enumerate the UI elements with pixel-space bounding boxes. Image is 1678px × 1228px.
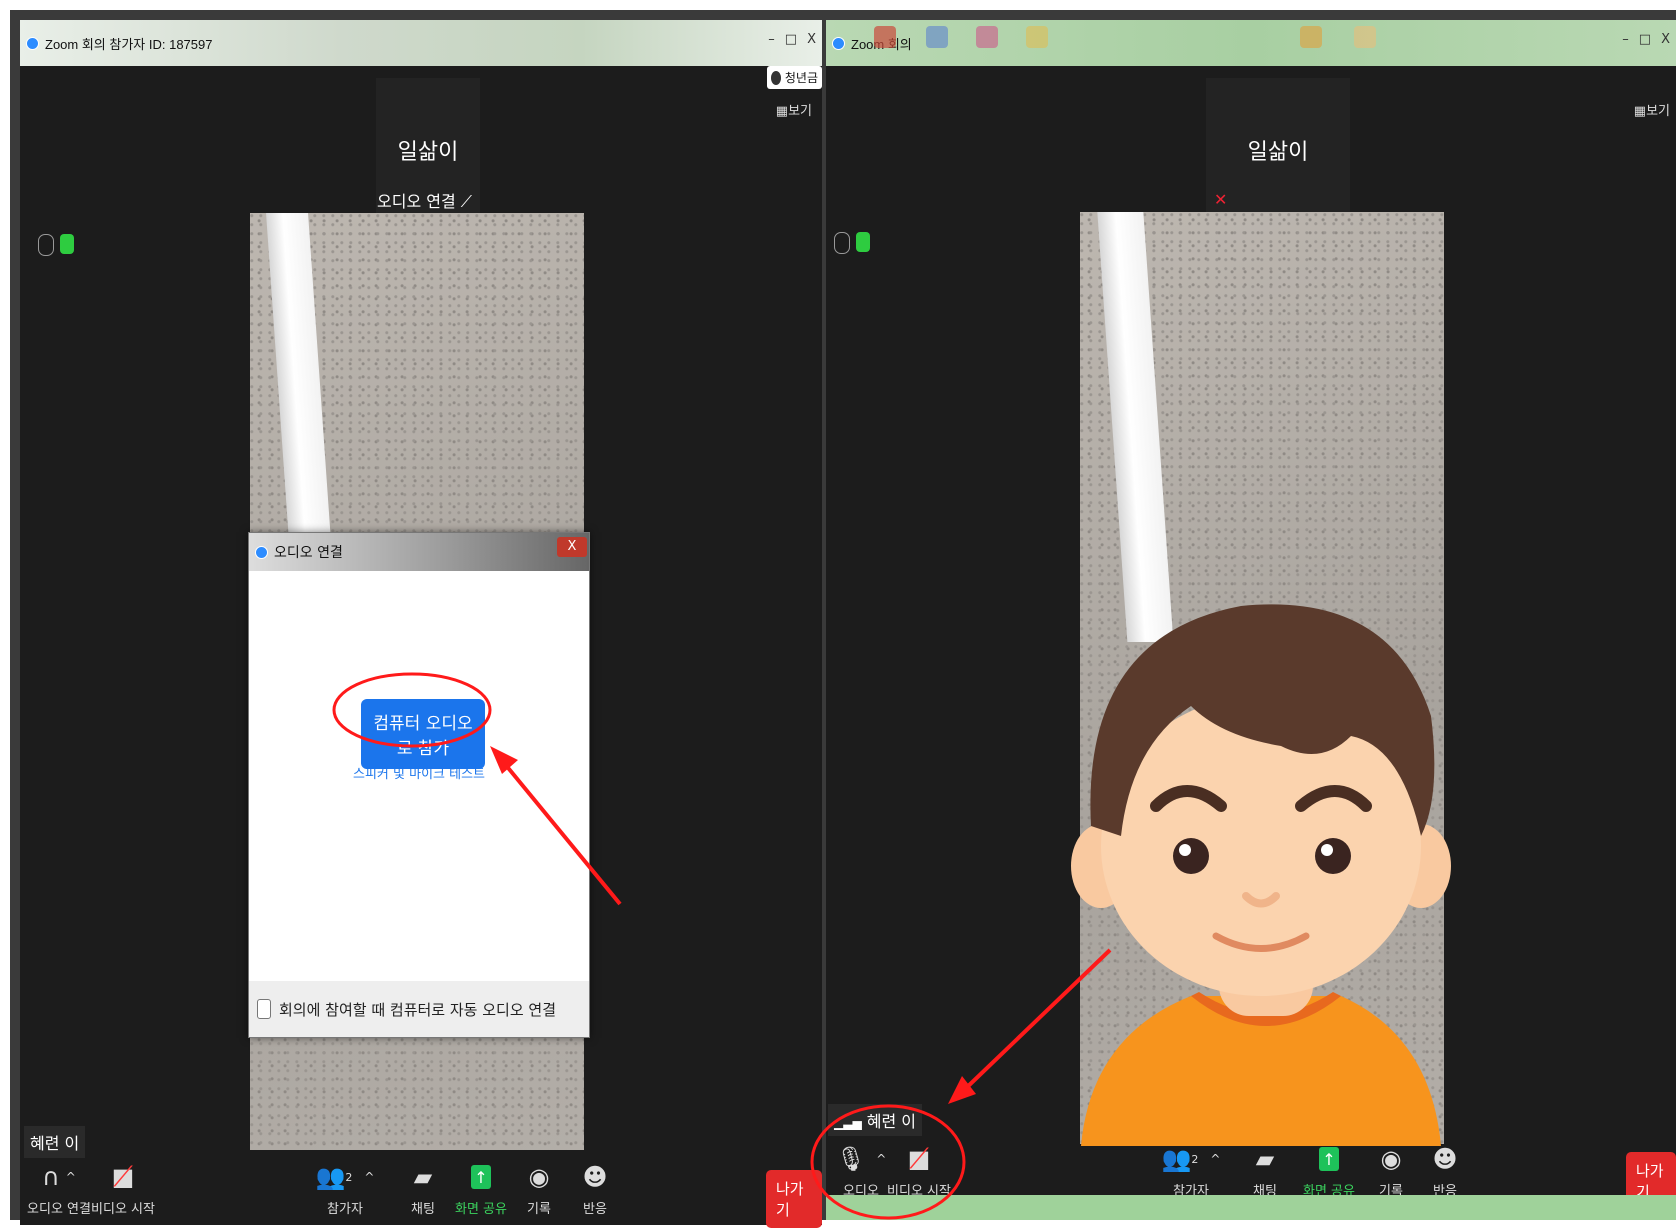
share-screen-button[interactable]: ↑ 화면 공유 xyxy=(1294,1142,1364,1199)
zoom-logo-icon xyxy=(255,545,268,559)
microphone-icon: 🎙 xyxy=(835,1145,867,1173)
mic-muted-icon: ✕ xyxy=(1214,190,1228,209)
participant-count: 2 xyxy=(345,1170,353,1184)
audio-connect-dialog: 오디오 연결 X 컴퓨터 오디오로 참가 스피커 및 마이크 테스트 회의에 참… xyxy=(248,532,590,1038)
dialog-close-button[interactable]: X xyxy=(557,537,587,557)
shield-icon[interactable] xyxy=(856,232,870,252)
auto-audio-label: 회의에 참여할 때 컴퓨터로 자동 오디오 연결 xyxy=(279,1000,557,1019)
taskbar-app-icon[interactable] xyxy=(874,26,896,48)
minimize-button[interactable]: – xyxy=(1622,32,1629,47)
participant-tile: 일삶이 ✕ xyxy=(1206,78,1350,218)
avatar-right-eye xyxy=(1315,838,1351,874)
left-titlebar: Zoom 회의 참가자 ID: 187597 – □ X xyxy=(20,20,822,66)
participant-name: 일삶이 xyxy=(1247,140,1309,165)
screenshot-frame: Zoom 회의 참가자 ID: 187597 – □ X 청년금 ▦보기 일삶이… xyxy=(10,10,1676,1228)
popup-participant-tag[interactable]: 청년금 xyxy=(766,66,822,89)
chat-icon: ▰ xyxy=(413,1163,433,1191)
right-window-controls: – □ X xyxy=(1622,32,1670,47)
maximize-button[interactable]: □ xyxy=(1639,32,1651,47)
security-indicators xyxy=(38,234,74,256)
info-icon[interactable] xyxy=(38,234,54,256)
join-computer-audio-button[interactable]: 컴퓨터 오디오로 참가 xyxy=(361,699,485,769)
zoom-logo-icon xyxy=(832,36,845,50)
participants-button[interactable]: 👥 2 ^ 참가자 xyxy=(310,1160,380,1217)
dialog-title: 오디오 연결 xyxy=(274,545,343,561)
taskbar-app-icon[interactable] xyxy=(926,26,948,48)
chevron-up-icon[interactable]: ^ xyxy=(364,1170,374,1184)
start-video-button[interactable]: ■ ⟋ 비디오 시작 xyxy=(88,1160,158,1217)
smiley-icon: ☻ xyxy=(582,1163,608,1191)
video-off-icon: ■ ⟋ xyxy=(111,1160,135,1193)
audio-connect-status: 오디오 연결 ⟋ xyxy=(377,192,472,211)
view-button[interactable]: ▦보기 xyxy=(776,100,812,119)
avatar-right-eye-highlight xyxy=(1321,844,1333,856)
participants-icon: 👥 xyxy=(315,1163,346,1191)
grid-icon: ▦ xyxy=(1633,104,1647,119)
left-window-title: Zoom 회의 참가자 ID: 187597 xyxy=(45,36,213,52)
avatar-left-eye xyxy=(1173,838,1209,874)
audio-connect-button[interactable]: ∩ ^ 오디오 연결 xyxy=(24,1160,94,1217)
share-arrow-icon: ↑ xyxy=(471,1165,491,1189)
right-zoom-window: Zoom 회의 – □ X ▦보기 일삶이 ✕ ▁▃▅ 혜련 이 🎙 ^ 오디오… xyxy=(826,20,1676,1210)
info-icon[interactable] xyxy=(834,232,850,254)
shield-icon[interactable] xyxy=(60,234,74,254)
minimize-button[interactable]: – xyxy=(768,32,775,47)
close-button[interactable]: X xyxy=(807,32,816,47)
video-off-icon: ■ ⟋ xyxy=(907,1142,931,1175)
participants-icon: 👥 xyxy=(1161,1145,1192,1173)
start-video-button[interactable]: ■ ⟋ 비디오 시작 xyxy=(884,1142,954,1199)
headphones-icon: ∩ xyxy=(42,1163,60,1191)
security-indicators xyxy=(834,232,870,254)
ceiling-light xyxy=(1096,212,1174,642)
close-button[interactable]: X xyxy=(1661,32,1670,47)
grid-icon: ▦ xyxy=(775,104,789,119)
chat-icon: ▰ xyxy=(1255,1145,1275,1173)
participants-button[interactable]: 👥 2 ^ 참가자 xyxy=(1156,1142,1226,1199)
left-window-controls: – □ X xyxy=(768,32,816,47)
zoom-logo-icon xyxy=(26,36,39,50)
record-icon: ◉ xyxy=(1380,1145,1402,1173)
cartoon-avatar xyxy=(1071,604,1451,1146)
dialog-footer: 회의에 참여할 때 컴퓨터로 자동 오디오 연결 xyxy=(249,981,589,1037)
view-button[interactable]: ▦보기 xyxy=(1634,100,1670,119)
chevron-up-icon[interactable]: ^ xyxy=(1210,1152,1220,1166)
record-icon: ◉ xyxy=(528,1163,550,1191)
right-titlebar: Zoom 회의 – □ X xyxy=(826,20,1676,66)
taskbar-app-icon[interactable] xyxy=(976,26,998,48)
self-name-label: 혜련 이 xyxy=(24,1126,86,1158)
auto-audio-checkbox[interactable] xyxy=(257,999,271,1019)
leave-button[interactable]: 나가기 xyxy=(766,1170,822,1228)
participant-count: 2 xyxy=(1191,1152,1199,1166)
reactions-button[interactable]: ☻ 반응 xyxy=(1410,1142,1480,1199)
taskbar-app-icon[interactable] xyxy=(1300,26,1322,48)
test-speaker-mic-link[interactable]: 스피커 및 마이크 테스트 xyxy=(249,763,589,782)
chevron-up-icon[interactable]: ^ xyxy=(66,1170,76,1184)
taskbar-app-icon[interactable] xyxy=(1026,26,1048,48)
smiley-icon: ☻ xyxy=(1432,1145,1458,1173)
self-name-label: ▁▃▅ 혜련 이 xyxy=(828,1104,923,1136)
chat-button[interactable]: ▰ 채팅 xyxy=(1230,1142,1300,1199)
avatar-left-eye-highlight xyxy=(1179,844,1191,856)
avatar xyxy=(770,70,781,85)
dialog-titlebar: 오디오 연결 X xyxy=(249,533,589,571)
maximize-button[interactable]: □ xyxy=(785,32,797,47)
share-arrow-icon: ↑ xyxy=(1319,1147,1339,1171)
taskbar-app-icon[interactable] xyxy=(1354,26,1376,48)
reactions-button[interactable]: ☻ 반응 xyxy=(560,1160,630,1217)
signal-strength-icon: ▁▃▅ xyxy=(834,1116,862,1130)
participant-name: 일삶이 xyxy=(397,140,459,165)
right-window-bottom-strip xyxy=(826,1195,1676,1220)
